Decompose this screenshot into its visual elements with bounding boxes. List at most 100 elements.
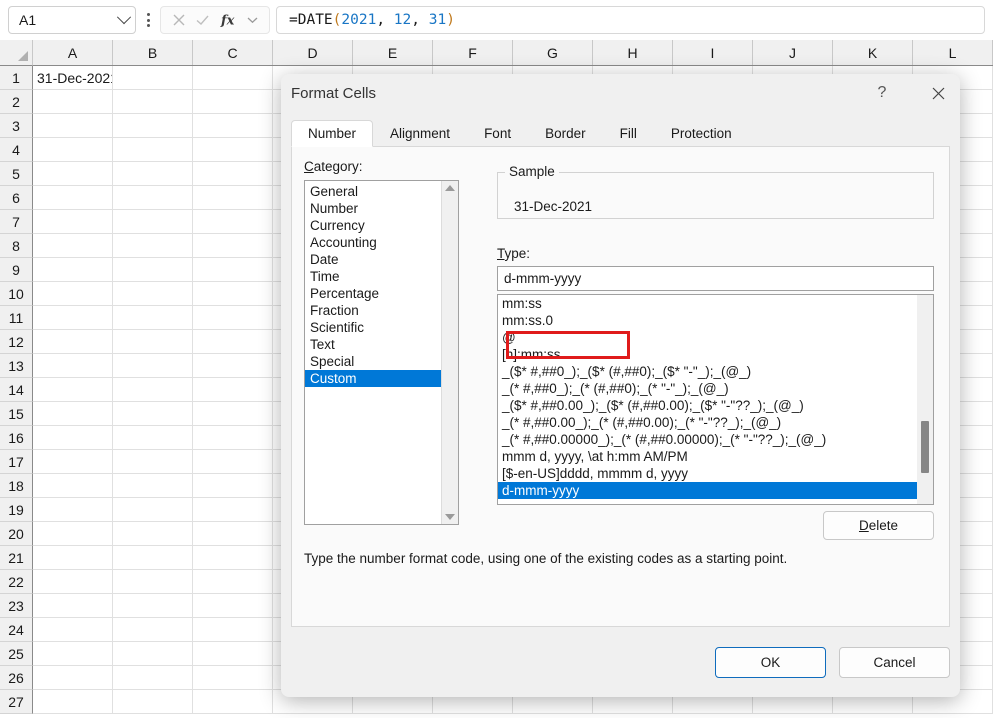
row-header-3[interactable]: 3 [0,114,33,138]
tab-protection[interactable]: Protection [654,120,749,147]
name-box[interactable]: A1 [8,6,136,34]
row-header-1[interactable]: 1 [0,66,33,90]
cell-b7[interactable] [113,210,193,234]
category-scrollbar[interactable] [441,181,458,524]
tab-alignment[interactable]: Alignment [373,120,467,147]
row-header-25[interactable]: 25 [0,642,33,666]
row-header-26[interactable]: 26 [0,666,33,690]
category-item-currency[interactable]: Currency [305,217,441,234]
cell-a26[interactable] [33,666,113,690]
row-header-2[interactable]: 2 [0,90,33,114]
category-item-special[interactable]: Special [305,353,441,370]
cell-a17[interactable] [33,450,113,474]
cell-c16[interactable] [193,426,273,450]
cell-a11[interactable] [33,306,113,330]
cell-a16[interactable] [33,426,113,450]
category-item-accounting[interactable]: Accounting [305,234,441,251]
cell-b17[interactable] [113,450,193,474]
type-scrollbar[interactable] [917,295,933,504]
cell-b22[interactable] [113,570,193,594]
cell-c15[interactable] [193,402,273,426]
row-header-12[interactable]: 12 [0,330,33,354]
type-item[interactable]: _($* #,##0.00_);_($* (#,##0.00);_($* "-"… [498,397,917,414]
chevron-down-icon[interactable] [116,10,132,25]
type-item[interactable]: _(* #,##0_);_(* (#,##0);_(* "-"_);_(@_) [498,380,917,397]
column-header-f[interactable]: F [433,40,513,65]
cell-a21[interactable] [33,546,113,570]
cell-a12[interactable] [33,330,113,354]
scroll-down-arrow-icon[interactable] [445,514,455,520]
row-header-11[interactable]: 11 [0,306,33,330]
row-header-4[interactable]: 4 [0,138,33,162]
category-item-text[interactable]: Text [305,336,441,353]
cell-c3[interactable] [193,114,273,138]
cell-a5[interactable] [33,162,113,186]
tab-number[interactable]: Number [291,120,374,147]
cell-a19[interactable] [33,498,113,522]
row-header-8[interactable]: 8 [0,234,33,258]
tab-fill[interactable]: Fill [603,120,654,147]
cell-b18[interactable] [113,474,193,498]
cell-a6[interactable] [33,186,113,210]
cell-c1[interactable] [193,66,273,90]
type-listbox[interactable]: mm:ss mm:ss.0 @ [h]:mm:ss _($* #,##0_);_($* … [497,294,934,505]
cell-b20[interactable] [113,522,193,546]
cell-b5[interactable] [113,162,193,186]
row-header-13[interactable]: 13 [0,354,33,378]
cell-b26[interactable] [113,666,193,690]
cell-c13[interactable] [193,354,273,378]
cell-c20[interactable] [193,522,273,546]
cell-c4[interactable] [193,138,273,162]
cell-a10[interactable] [33,282,113,306]
cell-a1[interactable]: 31-Dec-2021 [33,66,113,90]
cell-c2[interactable] [193,90,273,114]
row-header-20[interactable]: 20 [0,522,33,546]
cell-c26[interactable] [193,666,273,690]
cancel-button[interactable]: Cancel [839,646,950,678]
row-header-19[interactable]: 19 [0,498,33,522]
category-item-number[interactable]: Number [305,200,441,217]
cell-c8[interactable] [193,234,273,258]
cell-c10[interactable] [193,282,273,306]
category-item-general[interactable]: General [305,183,441,200]
cell-b15[interactable] [113,402,193,426]
cell-b11[interactable] [113,306,193,330]
cell-b6[interactable] [113,186,193,210]
cell-c17[interactable] [193,450,273,474]
cell-b13[interactable] [113,354,193,378]
tab-border[interactable]: Border [528,120,603,147]
cell-b12[interactable] [113,330,193,354]
confirm-check-icon[interactable] [195,13,210,27]
cell-c25[interactable] [193,642,273,666]
category-item-time[interactable]: Time [305,268,441,285]
cancel-x-icon[interactable] [172,13,186,27]
row-header-27[interactable]: 27 [0,690,33,714]
cell-a3[interactable] [33,114,113,138]
row-header-18[interactable]: 18 [0,474,33,498]
category-item-date[interactable]: Date [305,251,441,268]
column-header-b[interactable]: B [113,40,193,65]
cell-a7[interactable] [33,210,113,234]
cell-a13[interactable] [33,354,113,378]
cell-b2[interactable] [113,90,193,114]
row-header-9[interactable]: 9 [0,258,33,282]
type-item[interactable]: d-mmm-yyyy [498,482,917,499]
column-header-j[interactable]: J [753,40,833,65]
cell-b1[interactable] [113,66,193,90]
cell-c12[interactable] [193,330,273,354]
cell-b16[interactable] [113,426,193,450]
type-item[interactable]: [$-en-US]dddd, mmmm d, yyyy [498,465,917,482]
cell-a22[interactable] [33,570,113,594]
category-listbox[interactable]: General Number Currency Accounting Date Time P… [304,180,459,525]
category-item-custom[interactable]: Custom [305,370,441,387]
more-options-icon[interactable] [139,13,157,27]
column-header-a[interactable]: A [33,40,113,65]
row-header-5[interactable]: 5 [0,162,33,186]
cell-c23[interactable] [193,594,273,618]
cell-a14[interactable] [33,378,113,402]
column-header-g[interactable]: G [513,40,593,65]
type-item[interactable]: mm:ss.0 [498,312,917,329]
type-item[interactable]: @ [498,329,917,346]
row-header-15[interactable]: 15 [0,402,33,426]
cell-c9[interactable] [193,258,273,282]
